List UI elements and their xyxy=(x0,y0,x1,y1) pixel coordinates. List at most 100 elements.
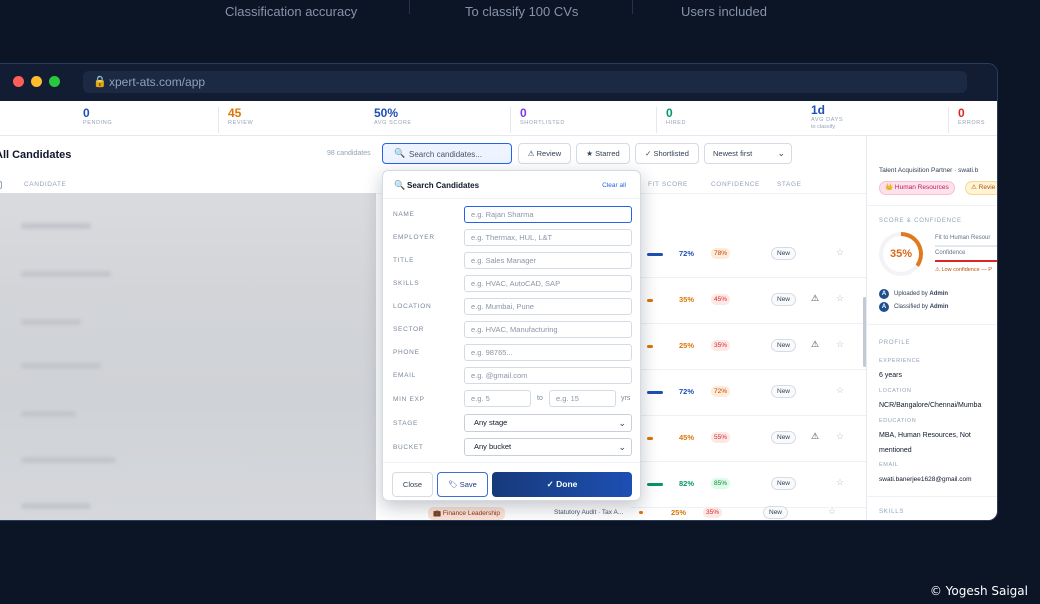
stat-avg-days[interactable]: 1d AVG DAYS to classify xyxy=(802,104,844,131)
bucket-select[interactable]: Any bucket ⌄ xyxy=(464,438,632,456)
star-icon[interactable]: ☆ xyxy=(836,431,844,442)
stage-badge[interactable]: New xyxy=(771,477,797,490)
stat-pending[interactable]: 0 PENDING xyxy=(74,107,112,133)
minimize-dot[interactable] xyxy=(31,76,42,87)
star-icon[interactable]: ☆ xyxy=(836,385,844,396)
search-input[interactable]: 🔍 Search candidates... xyxy=(382,143,512,164)
table-row[interactable]: 72% 78% New ☆ xyxy=(631,232,866,278)
sort-select[interactable]: Newest first ⌄ xyxy=(704,143,792,164)
star-icon[interactable]: ☆ xyxy=(828,506,836,517)
phone-input[interactable] xyxy=(464,344,632,361)
field-label-min-exp: MIN EXP xyxy=(393,396,425,403)
classified-user: Admin xyxy=(929,304,949,310)
filter-shortlisted-button[interactable]: ✓ Shortlisted xyxy=(635,143,699,164)
search-icon: 🔍 xyxy=(394,148,406,158)
sector-input[interactable] xyxy=(464,321,632,338)
divider xyxy=(383,462,640,463)
clear-all-link[interactable]: Clear all xyxy=(602,182,626,189)
title-input[interactable] xyxy=(464,252,632,269)
section-title: SKILLS xyxy=(879,509,905,515)
classified-by: Classified by Admin xyxy=(894,304,948,310)
chevron-down-icon: ⌄ xyxy=(777,148,785,158)
min-exp-from-input[interactable] xyxy=(464,390,531,407)
address-bar[interactable]: 🔒 xpert-ats.com/app xyxy=(83,71,967,93)
stat-label: HIRED xyxy=(666,120,687,126)
location-value: NCR/Bangalore/Chennai/Mumba xyxy=(879,402,982,409)
confidence-badge: 55% xyxy=(711,432,731,443)
divider xyxy=(867,205,997,206)
hero-stat-accuracy: Classification accuracy xyxy=(225,4,358,19)
stat-label: SHORTLISTED xyxy=(520,120,566,126)
star-icon[interactable]: ☆ xyxy=(836,247,844,258)
table-row[interactable]: 25% 35% New ⚠ ☆ xyxy=(631,324,866,370)
stat-errors[interactable]: 0 ERRORS xyxy=(948,107,985,133)
table-row[interactable]: 💼 Finance Leadership Statutory Audit · T… xyxy=(376,506,866,520)
select-all-checkbox[interactable] xyxy=(0,181,2,189)
fit-bar xyxy=(647,253,663,256)
fit-bar xyxy=(647,299,653,302)
stat-label: AVG DAYS xyxy=(811,117,844,123)
col-fit-score: FIT SCORE xyxy=(648,181,688,188)
field-label-email: EMAIL xyxy=(393,372,417,379)
stat-value: 0 xyxy=(83,106,90,120)
save-search-button[interactable]: 🏷 Save xyxy=(437,472,488,497)
stat-review[interactable]: 45 REVIEW xyxy=(218,107,253,133)
filter-starred-button[interactable]: ★ Starred xyxy=(576,143,630,164)
score-ring: 35% xyxy=(879,232,923,276)
review-tag: ⚠ Revie xyxy=(965,181,997,195)
stat-shortlisted[interactable]: 0 SHORTLISTED xyxy=(510,107,565,133)
table-row[interactable]: 72% 72% New ☆ xyxy=(631,370,866,416)
min-exp-to-input[interactable] xyxy=(549,390,616,407)
stat-hired[interactable]: 0 HIRED xyxy=(656,107,686,133)
field-label-location: LOCATION xyxy=(393,303,432,310)
divider xyxy=(632,0,633,14)
stage-badge[interactable]: New xyxy=(771,293,797,306)
warning-icon: ⚠ xyxy=(811,431,820,441)
stage-badge[interactable]: New xyxy=(771,339,797,352)
col-stage: STAGE xyxy=(777,181,802,188)
lock-icon: 🔒 xyxy=(93,76,107,88)
table-row[interactable]: 35% 45% New ⚠ ☆ xyxy=(631,278,866,324)
candidate-count: 98 candidates xyxy=(327,150,371,157)
close-button[interactable]: Close xyxy=(392,472,433,497)
divider xyxy=(409,0,410,14)
location-input[interactable] xyxy=(464,298,632,315)
fit-line: Fit to Human Resour xyxy=(935,235,991,241)
name-input[interactable] xyxy=(464,206,632,223)
stat-avg-score[interactable]: 50% AVG SCORE xyxy=(365,107,412,133)
confidence-badge: 78% xyxy=(711,248,731,259)
skills-input[interactable] xyxy=(464,275,632,292)
table-row[interactable]: 82% 85% New ☆ xyxy=(631,462,866,508)
fit-score: 72% xyxy=(679,249,695,258)
stat-label: AVG SCORE xyxy=(374,120,412,126)
stage-badge[interactable]: New xyxy=(771,247,797,260)
star-icon[interactable]: ☆ xyxy=(836,293,844,304)
stage-badge[interactable]: New xyxy=(771,385,797,398)
classified-label: Classified by xyxy=(894,304,930,310)
close-dot[interactable] xyxy=(13,76,24,87)
stage-select[interactable]: Any stage ⌄ xyxy=(464,414,632,432)
email-input[interactable] xyxy=(464,367,632,384)
star-icon[interactable]: ☆ xyxy=(836,477,844,488)
fit-bar xyxy=(647,391,663,394)
candidate-headline: Talent Acquisition Partner · swati.b xyxy=(879,167,979,174)
star-icon[interactable]: ☆ xyxy=(836,339,844,350)
table-row[interactable]: 45% 55% New ⚠ ☆ xyxy=(631,416,866,462)
range-to-label: to xyxy=(537,395,543,402)
stage-badge[interactable]: New xyxy=(763,506,789,519)
modal-title: Search Candidates xyxy=(407,181,480,190)
search-placeholder: Search candidates... xyxy=(409,150,482,159)
done-button[interactable]: ✓ Done xyxy=(492,472,632,497)
url-text: xpert-ats.com/app xyxy=(109,75,206,89)
confidence-badge: 72% xyxy=(711,386,731,397)
employer-input[interactable] xyxy=(464,229,632,246)
hero-stat-classify: To classify 100 CVs xyxy=(465,4,579,19)
stage-badge[interactable]: New xyxy=(771,431,797,444)
filter-review-button[interactable]: ⚠ Review xyxy=(518,143,571,164)
fit-score: 25% xyxy=(671,508,687,517)
maximize-dot[interactable] xyxy=(49,76,60,87)
fit-bar xyxy=(639,511,643,514)
stat-label: PENDING xyxy=(83,120,113,126)
modal-header: 🔍 Search Candidates Clear all xyxy=(383,171,640,199)
bucket-tag: 💼 Finance Leadership xyxy=(428,507,505,520)
